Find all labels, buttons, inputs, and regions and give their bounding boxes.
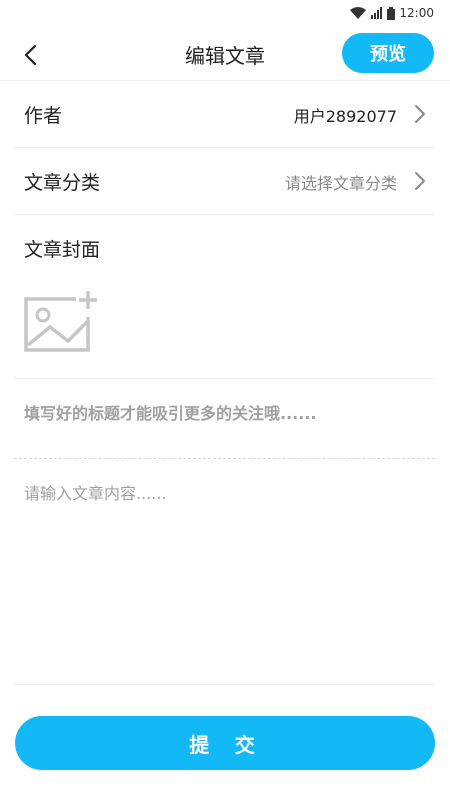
preview-button[interactable]: 预览 bbox=[342, 33, 434, 73]
category-row[interactable]: 文章分类 请选择文章分类 bbox=[14, 148, 435, 215]
author-label: 作者 bbox=[24, 105, 63, 127]
submit-button[interactable]: 提 交 bbox=[15, 716, 435, 770]
chevron-right-icon bbox=[415, 105, 425, 123]
status-bar: 12:00 bbox=[0, 0, 450, 28]
cover-section: 文章封面 bbox=[14, 215, 435, 379]
chevron-right-icon bbox=[415, 172, 425, 190]
category-placeholder: 请选择文章分类 bbox=[284, 174, 397, 193]
image-add-icon bbox=[24, 291, 97, 352]
status-icons: 12:00 bbox=[349, 6, 434, 20]
author-row[interactable]: 作者 用户2892077 bbox=[14, 81, 435, 148]
title-input[interactable] bbox=[24, 404, 424, 423]
wifi-icon bbox=[350, 7, 367, 19]
content-input[interactable] bbox=[24, 480, 424, 670]
divider bbox=[14, 684, 435, 685]
status-time: 12:00 bbox=[399, 6, 434, 20]
signal-icon bbox=[371, 7, 383, 19]
dashed-divider bbox=[14, 458, 435, 459]
nav-bar: 编辑文章 预览 bbox=[0, 28, 450, 81]
category-label: 文章分类 bbox=[24, 172, 101, 194]
cover-label: 文章封面 bbox=[24, 239, 101, 261]
cover-upload-button[interactable] bbox=[22, 287, 102, 353]
author-value: 用户2892077 bbox=[293, 107, 397, 126]
battery-icon bbox=[387, 6, 396, 20]
